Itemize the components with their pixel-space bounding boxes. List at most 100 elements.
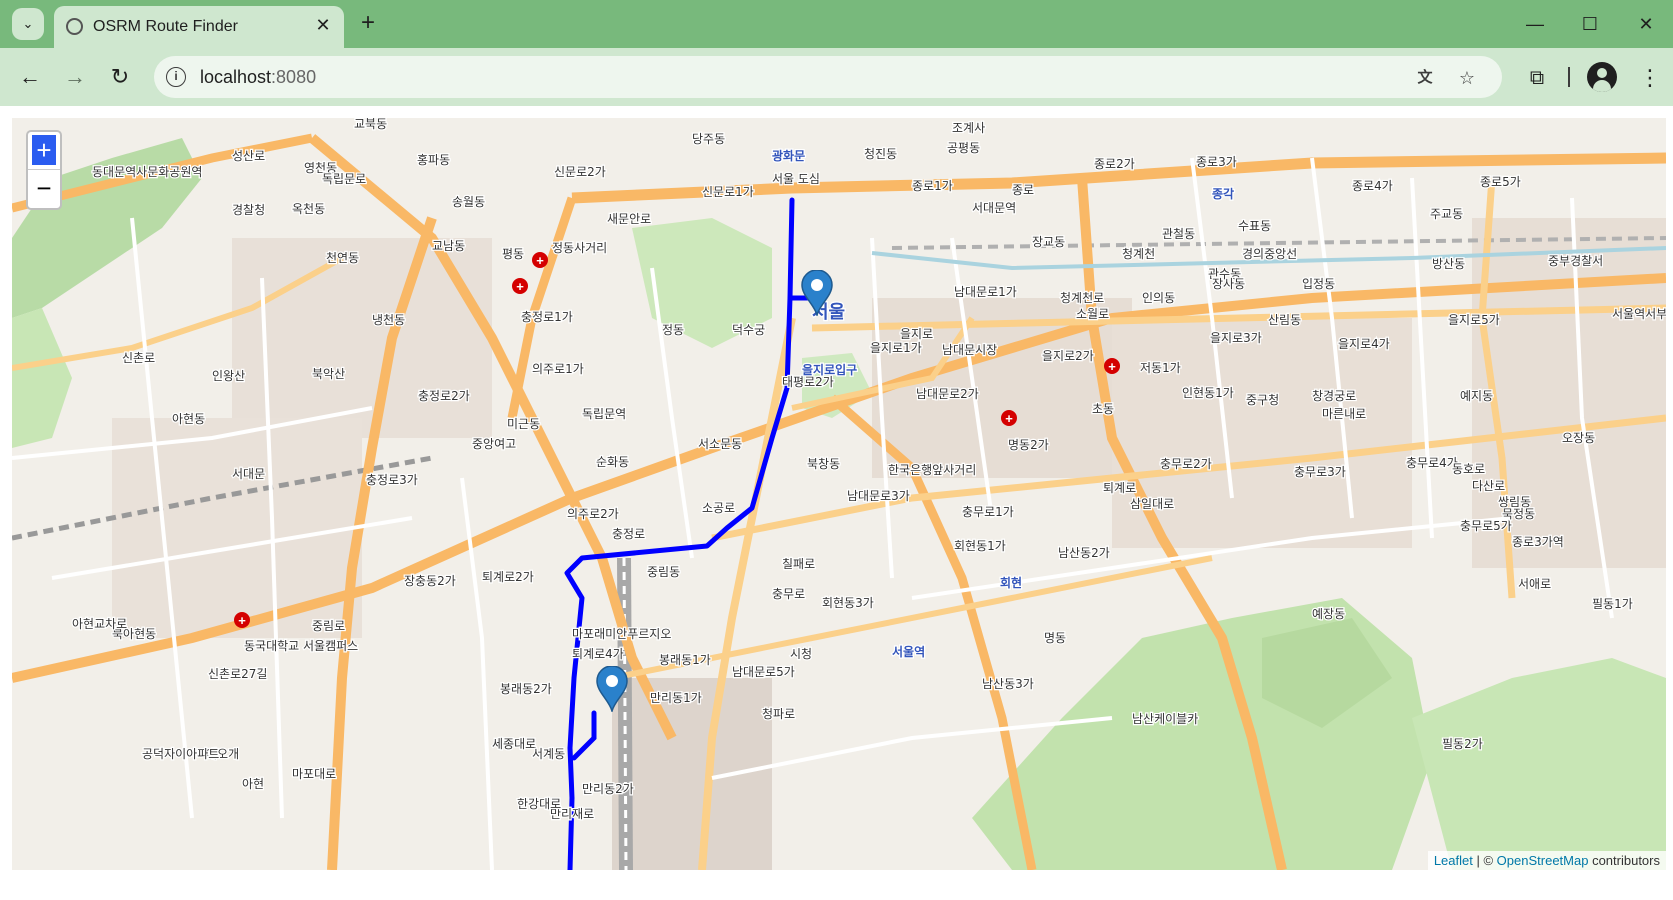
map-place-label: 충정로2가 — [418, 389, 470, 403]
map-place-label: 남대문로2가 — [916, 387, 979, 401]
map-place-label: 칠패로 — [782, 557, 815, 571]
map-place-label: 회현 — [1000, 575, 1022, 590]
map-place-label: 남대문시장 — [942, 343, 997, 357]
map-place-label: 천연동 — [326, 250, 359, 265]
map-place-label: 인의동 — [1142, 291, 1175, 305]
kebab-menu-icon[interactable]: ⋮ — [1634, 62, 1666, 94]
openstreetmap-link[interactable]: OpenStreetMap — [1497, 853, 1589, 868]
url-text[interactable]: localhost:8080 — [200, 67, 316, 88]
map-place-label: 서계동 — [532, 747, 565, 761]
translate-icon[interactable]: 文 — [1412, 65, 1438, 91]
map-place-label: 충무로4가 — [1406, 456, 1458, 470]
start-marker-icon[interactable] — [800, 270, 834, 316]
map-place-label: 소월로 — [1076, 307, 1109, 321]
map-place-label: 평동 — [502, 247, 524, 261]
map-place-label: 봉래동2가 — [500, 682, 552, 696]
map-place-label: 충무로2가 — [1160, 457, 1212, 471]
map-place-label: 동대문역사문화공원역 — [92, 165, 202, 179]
zoom-in-button[interactable]: + — [28, 132, 60, 170]
map-place-label: 명동 — [1044, 631, 1066, 645]
url-port: :8080 — [271, 67, 317, 87]
maximize-icon[interactable]: ☐ — [1570, 8, 1610, 40]
plus-icon[interactable]: + — [354, 10, 382, 38]
map-place-label: 의주로1가 — [532, 362, 584, 376]
map-place-label: 신촌로27길 — [208, 667, 267, 681]
map-place-label: 동호로 — [1452, 462, 1485, 476]
minimize-icon[interactable]: — — [1515, 8, 1555, 40]
map-place-label: 당주동 — [692, 132, 725, 146]
map-place-label: 남대문로3가 — [847, 489, 910, 503]
profile-icon[interactable] — [1587, 62, 1617, 92]
leaflet-map[interactable]: + + + + + 광화문 서울 도심 청진동 공평동 조계사 종로1가 종로 종로2가 종로3… — [12, 118, 1666, 870]
svg-text:+: + — [1005, 411, 1013, 426]
map-place-label: 필동2가 — [1442, 737, 1483, 751]
chevron-down-icon[interactable]: ⌄ — [12, 8, 44, 40]
map-place-label: 공덕자이아파트 — [142, 747, 219, 761]
map-place-label: 을지로1가 — [870, 341, 922, 355]
map-place-label: 종로5가 — [1480, 175, 1521, 189]
map-place-label: 중부경찰서 — [1548, 254, 1603, 268]
map-place-label: 종각 — [1212, 186, 1234, 201]
toolbar-divider — [1568, 67, 1570, 87]
map-place-label: 중구청 — [1246, 393, 1279, 407]
url-host: localhost — [200, 67, 272, 87]
map-place-label: 한강대로 — [517, 797, 561, 811]
map-place-label: 인현동1가 — [1182, 386, 1234, 400]
map-place-label: 송월동 — [452, 195, 485, 209]
map-place-label: 회현동1가 — [954, 539, 1006, 553]
map-tiles[interactable]: + + + + + 광화문서울 도심청진동 공평동조계사종로1가 종로종로2가 종로3… — [12, 118, 1666, 870]
map-place-label: 만리동2가 — [582, 782, 634, 796]
page-viewport: + + + + + 광화문 서울 도심 청진동 공평동 조계사 종로1가 종로 종로2가 종로3… — [0, 106, 1673, 900]
map-place-label: 퇴계로 — [1103, 481, 1136, 495]
map-place-label: 창경궁로 — [1312, 389, 1356, 403]
map-place-label: 인왕산 — [212, 369, 245, 383]
zoom-control: + − — [26, 130, 62, 210]
map-place-label: 미근동 — [507, 417, 540, 431]
map-place-label: 을지로2가 — [1042, 349, 1094, 363]
end-marker-icon[interactable] — [595, 666, 629, 712]
leaflet-link[interactable]: Leaflet — [1434, 853, 1473, 868]
zoom-out-button[interactable]: − — [28, 170, 60, 207]
browser-toolbar: ← → ↻ i localhost:8080 文 ☆ ⧉ ⋮ — [0, 48, 1673, 106]
map-place-label: 충무로 — [772, 587, 805, 601]
map-place-label: 아현동 — [172, 412, 205, 426]
map-place-label: 서대문역 — [972, 201, 1016, 215]
close-icon[interactable]: ✕ — [312, 14, 334, 36]
map-place-label: 성산로 — [232, 149, 265, 163]
map-place-label: 서소문동 — [698, 437, 742, 451]
map-place-label: 동국대학교 서울캠퍼스 — [244, 639, 358, 653]
map-place-label: 수표동 — [1238, 219, 1271, 233]
map-place-label: 한국은행앞사거리 — [888, 462, 976, 477]
map-place-label: 광화문 — [772, 148, 805, 163]
map-place-label: 청계천로 — [1060, 290, 1104, 305]
map-place-label: 회현동3가 — [822, 596, 874, 610]
arrow-left-icon[interactable]: ← — [14, 62, 46, 94]
attribution-separator: | © — [1472, 853, 1497, 868]
map-place-label: 서울역 — [892, 644, 925, 659]
address-bar[interactable]: i localhost:8080 文 ☆ — [154, 56, 1502, 98]
reload-icon[interactable]: ↻ — [104, 62, 136, 94]
info-icon[interactable]: i — [166, 67, 186, 87]
tab-osrm-route-finder[interactable]: OSRM Route Finder ✕ — [54, 6, 344, 48]
map-place-label: 장교동 — [1032, 235, 1065, 249]
window-close-icon[interactable]: ✕ — [1626, 8, 1666, 40]
map-place-label: 장사동 — [1212, 277, 1245, 291]
map-place-label: 정동사거리 — [552, 241, 607, 255]
map-place-label: 예장동 — [1312, 607, 1345, 621]
map-place-label: 종로3가역 — [1512, 535, 1564, 549]
map-place-label: 충무로1가 — [962, 505, 1014, 519]
map-place-label: 청계천 — [1122, 246, 1155, 261]
arrow-right-icon[interactable]: → — [59, 62, 91, 94]
star-icon[interactable]: ☆ — [1454, 65, 1480, 91]
map-place-label: 경의중앙선 — [1242, 247, 1297, 261]
map-place-label: 아현 — [242, 777, 264, 791]
map-place-label: 삼일대로 — [1130, 497, 1174, 511]
map-place-label: 남산동2가 — [1058, 546, 1110, 560]
map-place-label: 북창동 — [807, 457, 840, 471]
map-place-label: 충정로 — [612, 527, 645, 541]
map-place-label: 충무로3가 — [1294, 465, 1346, 479]
map-place-label: 조계사 — [952, 121, 985, 135]
puzzle-icon[interactable]: ⧉ — [1521, 62, 1553, 94]
map-place-label: 냉천동 — [372, 312, 405, 327]
map-place-label: 청파로 — [762, 707, 795, 721]
